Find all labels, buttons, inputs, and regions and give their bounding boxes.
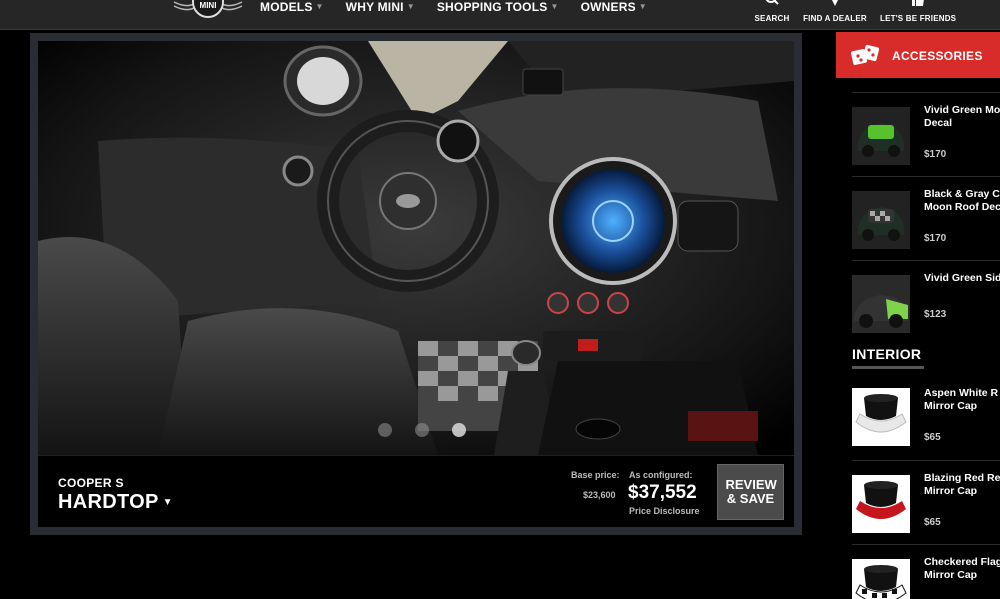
accessory-name: Aspen White R Mirror Cap — [924, 387, 999, 412]
accessory-item[interactable]: Vivid Green Sid $123 — [852, 260, 1000, 340]
accessory-thumbnail — [852, 191, 910, 249]
section-divider — [852, 366, 924, 369]
image-carousel-dots — [378, 423, 466, 437]
price-disclosure-link[interactable]: Price Disclosure — [629, 506, 700, 516]
nav-owners[interactable]: OWNERS ▼ — [581, 0, 647, 14]
model-trim: COOPER S — [58, 476, 124, 490]
accessory-name: Vivid Green Mo Decal — [924, 104, 1000, 129]
accessory-thumbnail — [852, 388, 910, 446]
chevron-down-icon: ▼ — [162, 497, 173, 508]
accessory-item[interactable]: Vivid Green Mo Decal $170 — [852, 92, 1000, 176]
accessory-name: Checkered Flag Mirror Cap — [924, 556, 1000, 581]
configured-price-value: $37,552 — [628, 482, 697, 503]
car-interior-view[interactable] — [38, 41, 794, 455]
carousel-dot[interactable] — [415, 423, 429, 437]
accessory-thumbnail — [852, 275, 910, 333]
accessory-price: $123 — [924, 309, 947, 320]
accessory-price: $65 — [924, 432, 941, 443]
accessories-tab[interactable]: ACCESSORIES — [836, 32, 1000, 78]
chevron-down-icon: ▼ — [406, 2, 415, 11]
nav-why-mini[interactable]: WHY MINI ▼ — [346, 0, 415, 14]
nav-models[interactable]: MODELS ▼ — [260, 0, 324, 14]
accessory-thumbnail — [852, 475, 910, 533]
accessory-item[interactable]: Aspen White R Mirror Cap $65 — [852, 376, 1000, 460]
accessory-price: $170 — [924, 233, 947, 244]
accessory-name: Black & Gray C Moon Roof Dec — [924, 188, 1000, 213]
summary-bar: COOPER S HARDTOP ▼ Base price: $23,600 As… — [38, 455, 794, 527]
accessory-item[interactable]: Checkered Flag Mirror Cap — [852, 544, 1000, 599]
nav-shopping-tools[interactable]: SHOPPING TOOLS ▼ — [437, 0, 559, 14]
thumbs-up-icon — [912, 0, 924, 6]
chevron-down-icon: ▼ — [638, 2, 647, 11]
accessory-item[interactable]: Blazing Red Re Mirror Cap $65 — [852, 460, 1000, 544]
top-navigation: MINI MODELS ▼ WHY MINI ▼ SHOPPING TOOLS ▼ O… — [0, 0, 1000, 30]
search-icon — [765, 0, 779, 5]
accessory-thumbnail — [852, 107, 910, 165]
model-selector[interactable]: HARDTOP ▼ — [58, 491, 173, 514]
find-a-dealer-button[interactable]: FIND A DEALER — [802, 0, 868, 30]
svg-text:MINI: MINI — [200, 1, 217, 10]
configurator-panel: COOPER S HARDTOP ▼ Base price: $23,600 As… — [30, 33, 802, 535]
base-price-value: $23,600 — [583, 490, 616, 500]
dice-icon — [851, 44, 880, 65]
accessory-thumbnail — [852, 559, 910, 599]
mini-logo[interactable]: MINI — [172, 0, 244, 20]
chevron-down-icon: ▼ — [315, 2, 324, 11]
location-pin-icon — [832, 0, 838, 6]
configured-price-label: As configured: — [629, 470, 693, 480]
accessory-item[interactable]: Black & Gray C Moon Roof Dec $170 — [852, 176, 1000, 260]
carousel-dot[interactable] — [378, 423, 392, 437]
accessory-name: Vivid Green Sid — [924, 272, 1000, 284]
review-and-save-button[interactable]: REVIEW & SAVE — [717, 464, 784, 520]
interior-section-heading: INTERIOR — [852, 346, 922, 362]
carousel-dot-active[interactable] — [452, 423, 466, 437]
base-price-label: Base price: — [571, 470, 620, 480]
chevron-down-icon: ▼ — [550, 2, 559, 11]
accessory-name: Blazing Red Re Mirror Cap — [924, 472, 1000, 497]
accessory-price: $65 — [924, 517, 941, 528]
search-button[interactable]: SEARCH — [752, 0, 792, 30]
accessories-sidebar: ACCESSORIES Vivid Green Mo Decal $170 Bla… — [836, 30, 1000, 599]
accessory-price: $170 — [924, 149, 947, 160]
lets-be-friends-button[interactable]: LET'S BE FRIENDS — [880, 0, 956, 30]
